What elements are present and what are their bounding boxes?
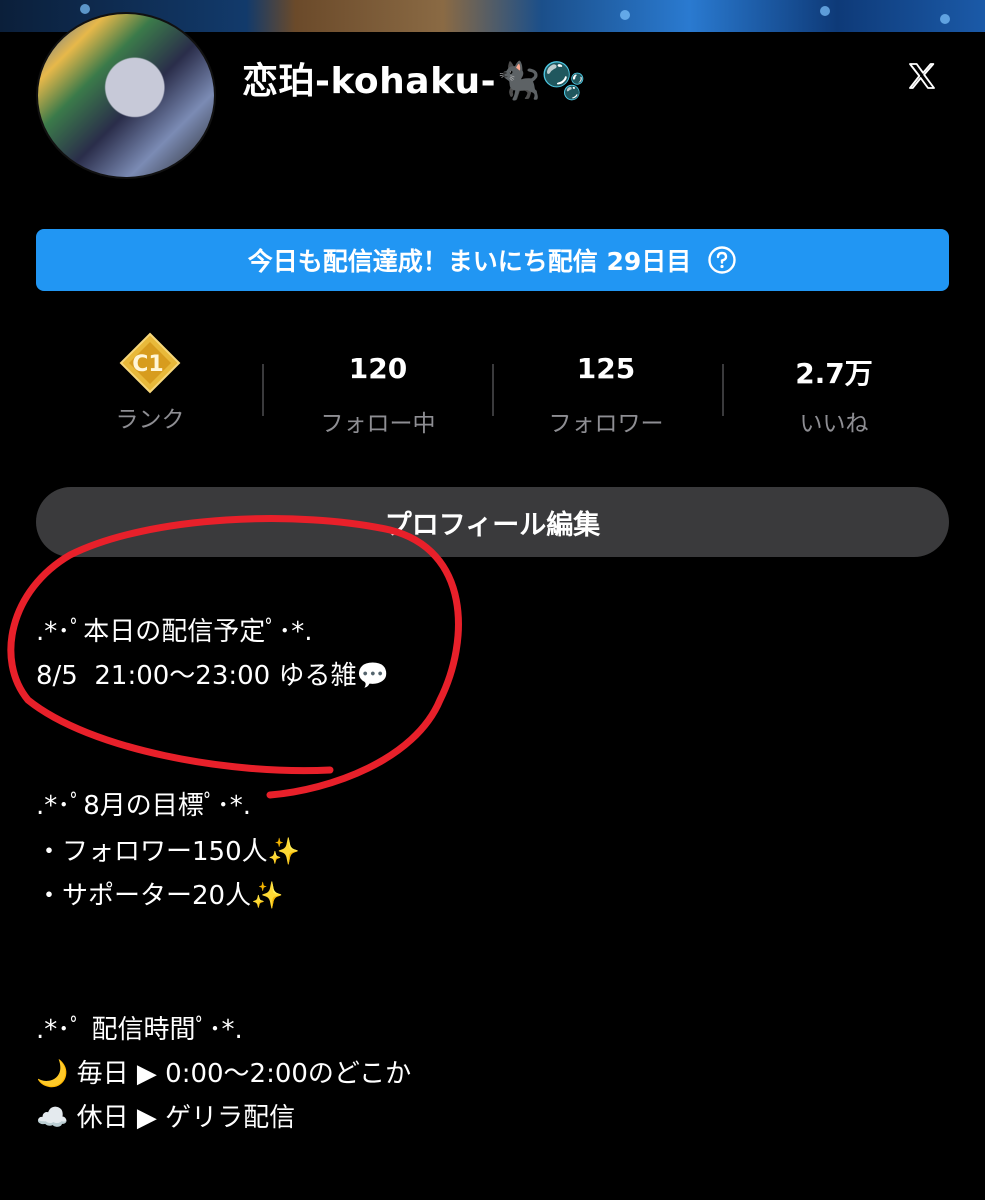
question-circle-icon[interactable] xyxy=(707,245,737,275)
bio-goal-title: .*･ﾟ8月の目標ﾟ･*. xyxy=(36,791,252,821)
stat-label: フォロー中 xyxy=(320,411,436,437)
bio-goal-item: ・フォロワー150人✨ xyxy=(36,837,300,867)
rank-badge-icon: C1 xyxy=(119,332,181,394)
bio-schedule-title: .*･ﾟ本日の配信予定ﾟ･*. xyxy=(36,617,313,647)
avatar[interactable] xyxy=(36,12,216,179)
stat-value: 2.7万 xyxy=(795,357,873,390)
streak-banner[interactable]: 今日も配信達成！まいにち配信 29日目 xyxy=(36,229,949,291)
bio-time-item: ☁️ 休日 ▶ ゲリラ配信 xyxy=(36,1103,296,1133)
username: 恋珀-kohaku-🐈‍⬛🫧 xyxy=(242,61,587,102)
profile-stats: C1 ランク 120 フォロー中 125 フォロワー 2.7万 いいね xyxy=(36,332,949,437)
stat-followers[interactable]: 125 フォロワー xyxy=(506,332,706,438)
stat-likes[interactable]: 2.7万 いいね xyxy=(734,332,934,438)
stat-label: ランク xyxy=(115,407,185,433)
bio-time-title: .*･ﾟ 配信時間ﾟ･*. xyxy=(36,1015,243,1045)
stat-following[interactable]: 120 フォロー中 xyxy=(278,332,478,438)
stat-value: 125 xyxy=(576,352,636,385)
stat-label: フォロワー xyxy=(548,411,664,437)
bio-time-item: 🌙 毎日 ▶ 0:00〜2:00のどこか xyxy=(36,1059,412,1089)
stat-value: 120 xyxy=(348,352,408,385)
edit-profile-button[interactable]: プロフィール編集 xyxy=(36,487,949,557)
stat-label: いいね xyxy=(799,411,869,437)
streak-text: 今日も配信達成！まいにち配信 29日目 xyxy=(247,247,692,276)
rank-badge-text: C1 xyxy=(132,352,163,377)
stat-rank[interactable]: C1 ランク xyxy=(50,332,250,434)
bio-goal-item: ・サポーター20人✨ xyxy=(36,881,284,911)
x-logo-icon[interactable] xyxy=(906,60,938,92)
bio-schedule-line: 8/5 21:00〜23:00 ゆる雑💬 xyxy=(36,661,389,691)
